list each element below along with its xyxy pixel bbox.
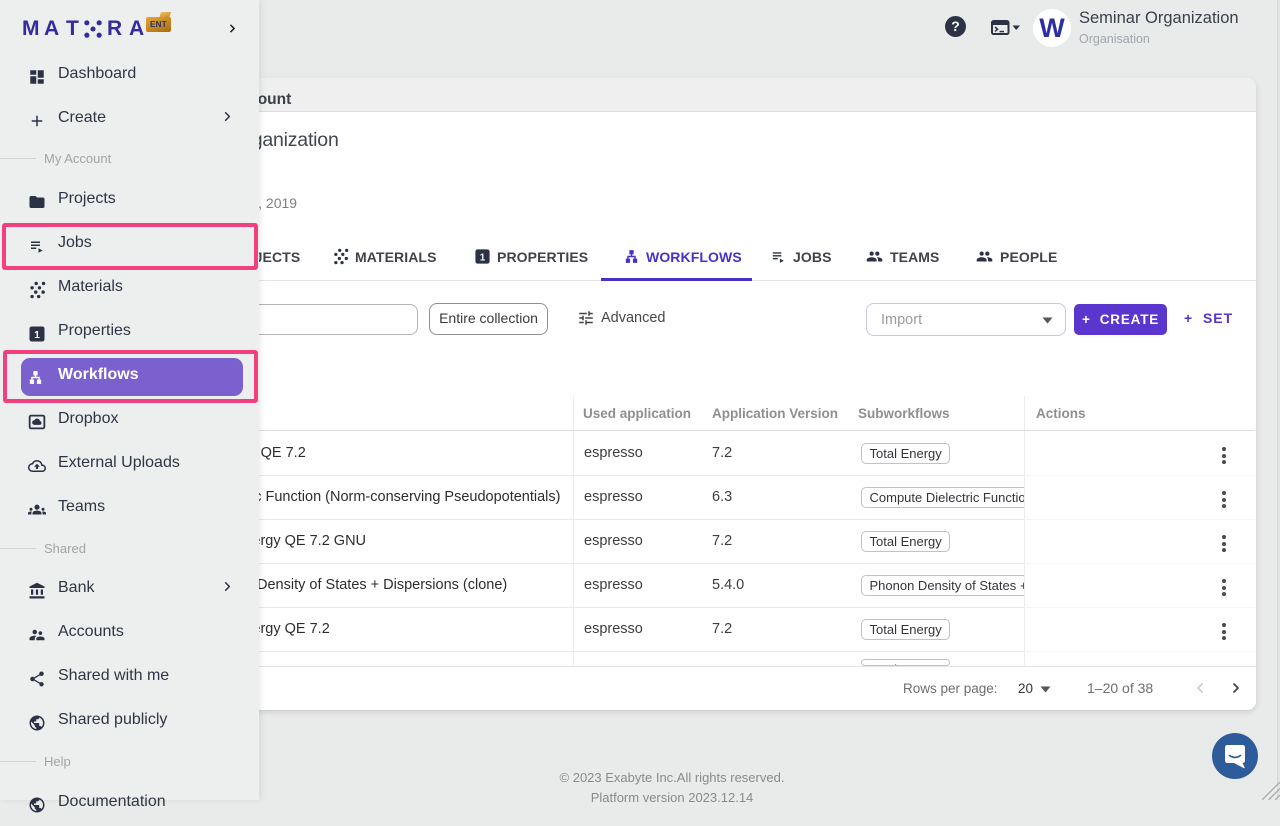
svg-text:1: 1 xyxy=(480,252,486,263)
svg-text:1: 1 xyxy=(34,329,40,341)
